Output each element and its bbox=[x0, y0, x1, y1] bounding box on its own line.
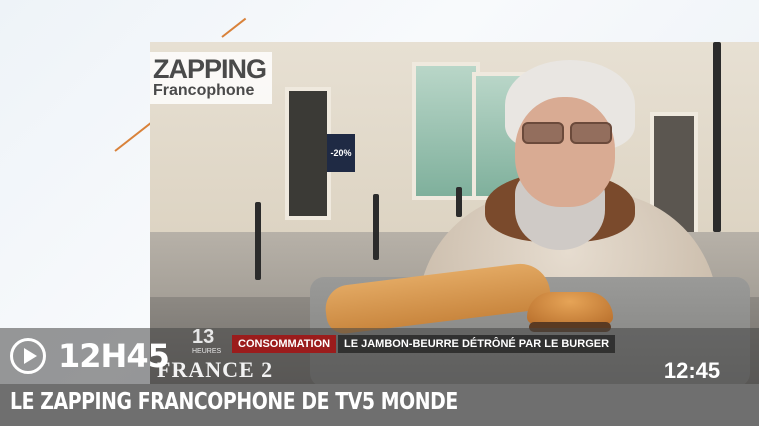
chyron-headline: LE JAMBON-BEURRE DÉTRÔNÉ PAR LE BURGER bbox=[338, 335, 616, 353]
face bbox=[515, 97, 615, 207]
logo-line-1: ZAPPING bbox=[153, 54, 267, 84]
bollard bbox=[373, 194, 379, 260]
channel-logo: FRANCE 2 bbox=[157, 357, 274, 382]
news-bug-hour-label: HEURES bbox=[192, 348, 222, 355]
price-sign: -20% bbox=[327, 134, 355, 172]
clock-bug: 12:45 bbox=[663, 358, 721, 383]
broadcast-time: 12H45 bbox=[58, 337, 170, 375]
play-icon[interactable] bbox=[10, 338, 46, 374]
bollard bbox=[255, 202, 261, 280]
logo-line-2: Francophone bbox=[153, 82, 255, 99]
burger-bun bbox=[527, 292, 613, 324]
bollard bbox=[456, 187, 462, 217]
lamp-post bbox=[713, 42, 721, 232]
shop-window bbox=[412, 62, 480, 200]
chyron-category: CONSOMMATION bbox=[232, 335, 337, 353]
video-title[interactable]: LE ZAPPING FRANCOPHONE DE TV5 MONDE bbox=[10, 389, 458, 415]
news-bug-hour: 13 bbox=[192, 326, 215, 348]
sunglasses bbox=[522, 122, 612, 144]
shop-door bbox=[285, 87, 331, 220]
zapping-logo: ZAPPING Francophone bbox=[150, 52, 272, 104]
